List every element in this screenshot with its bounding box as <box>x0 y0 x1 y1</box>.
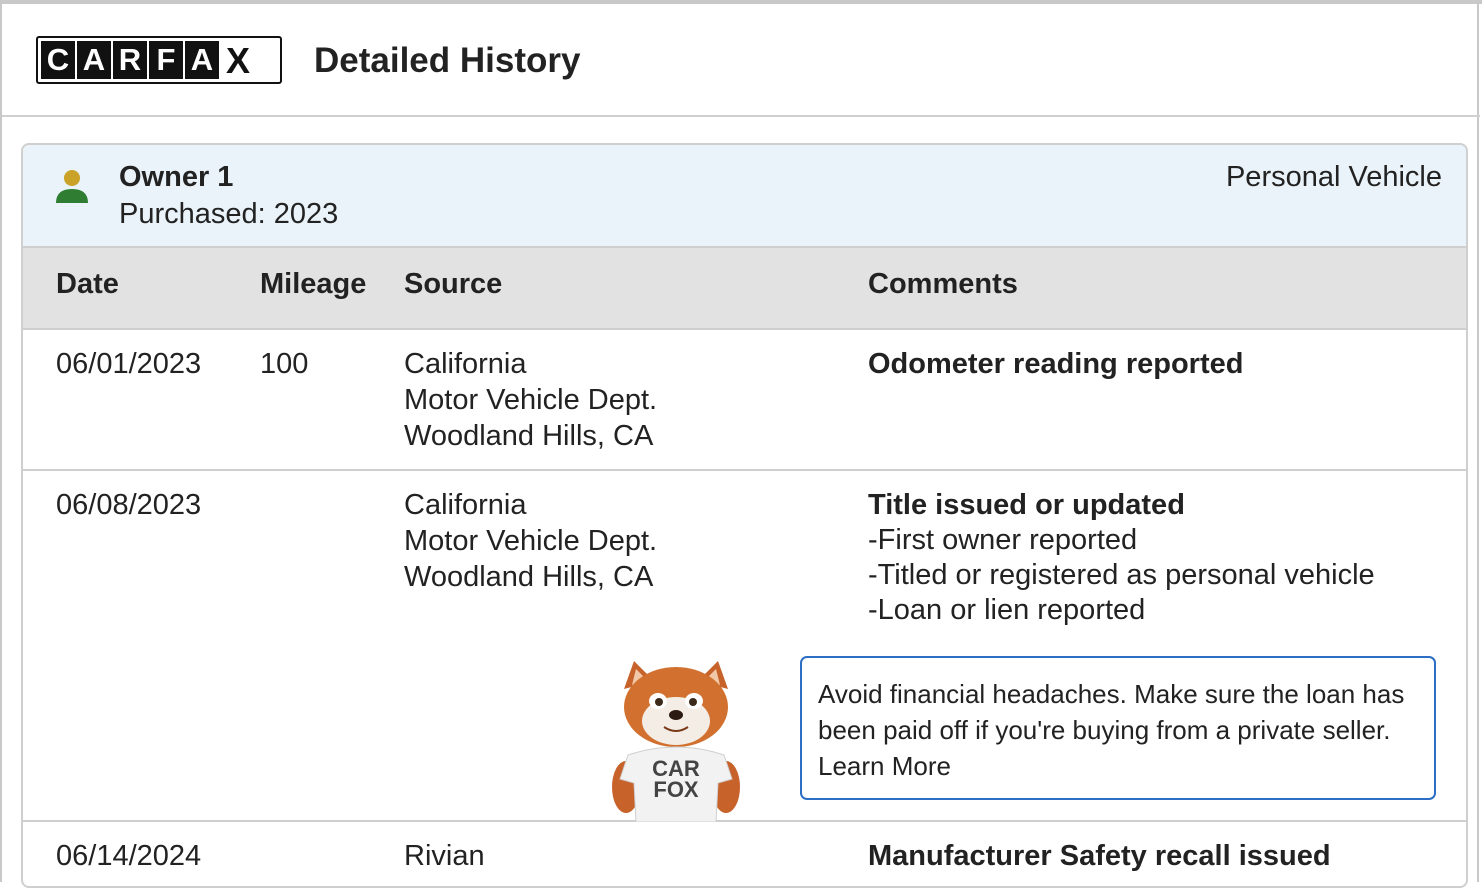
row-date: 06/01/2023 <box>56 348 202 380</box>
logo-letter: F <box>149 41 183 79</box>
owner-bar: Owner 1 Purchased: 2023 Personal Vehicle <box>23 145 1466 248</box>
logo-letter: X <box>225 40 250 81</box>
row-source: California Motor Vehicle Dept. Woodland … <box>404 487 657 595</box>
page-title: Detailed History <box>314 41 581 80</box>
table-row: 06/01/2023 100 California Motor Vehicle … <box>23 330 1466 471</box>
logo-letter: C <box>41 41 75 79</box>
row-source: California Motor Vehicle Dept. Woodland … <box>404 346 657 454</box>
comment-item: -Loan or lien reported <box>868 594 1146 626</box>
loan-tip-callout: Avoid financial headaches. Make sure the… <box>800 656 1436 800</box>
logo-letter: A <box>77 41 111 79</box>
owner-name: Owner 1 <box>119 161 234 193</box>
mascot-shirt-text: FOX <box>653 777 699 802</box>
row-comments: Odometer reading reported <box>868 346 1448 382</box>
row-date: 06/08/2023 <box>56 489 202 521</box>
comment-title: Odometer reading reported <box>868 348 1244 380</box>
owner-vehicle-type: Personal Vehicle <box>1225 161 1442 193</box>
column-header-date: Date <box>56 268 119 300</box>
owner-history-card: Owner 1 Purchased: 2023 Personal Vehicle… <box>21 143 1468 888</box>
source-line: Woodland Hills, CA <box>404 561 654 593</box>
report-header: C A R F A X Detailed History <box>2 3 1480 117</box>
comment-item: -First owner reported <box>868 524 1138 556</box>
source-line: Rivian <box>404 840 485 872</box>
tip-text: Avoid financial headaches. Make sure the… <box>818 679 1405 745</box>
page: C A R F A X Detailed History Owner 1 Pur… <box>0 3 1480 888</box>
car-fox-mascot: CAR FOX <box>612 661 740 822</box>
row-comments: Manufacturer Safety recall issued <box>868 838 1448 874</box>
owner-purchased: Purchased: 2023 <box>119 198 339 230</box>
source-line: California <box>404 489 527 521</box>
source-line: Motor Vehicle Dept. <box>404 384 658 416</box>
comment-title: Manufacturer Safety recall issued <box>868 840 1331 872</box>
table-header: Date Mileage Source Comments <box>23 248 1466 330</box>
table-row: 06/08/2023 California Motor Vehicle Dept… <box>23 471 1466 822</box>
column-header-source: Source <box>404 268 503 300</box>
row-mileage: 100 <box>260 348 309 380</box>
column-header-comments: Comments <box>868 268 1018 300</box>
source-line: Motor Vehicle Dept. <box>404 525 658 557</box>
column-header-mileage: Mileage <box>260 268 367 300</box>
row-comments: Title issued or updated -First owner rep… <box>868 487 1448 628</box>
table-row: 06/14/2024 Rivian Manufacturer Safety re… <box>23 822 1466 886</box>
row-source: Rivian <box>404 838 485 874</box>
comment-title: Title issued or updated <box>868 489 1185 521</box>
source-line: California <box>404 348 527 380</box>
logo-letter: A <box>185 41 219 79</box>
source-line: Woodland Hills, CA <box>404 420 654 452</box>
person-icon <box>56 170 88 203</box>
logo-letter: R <box>113 41 147 79</box>
learn-more-link[interactable]: Learn More <box>818 751 951 781</box>
row-date: 06/14/2024 <box>56 840 202 872</box>
comment-item: -Titled or registered as personal vehicl… <box>868 559 1375 591</box>
carfax-logo: C A R F A X <box>36 36 282 84</box>
